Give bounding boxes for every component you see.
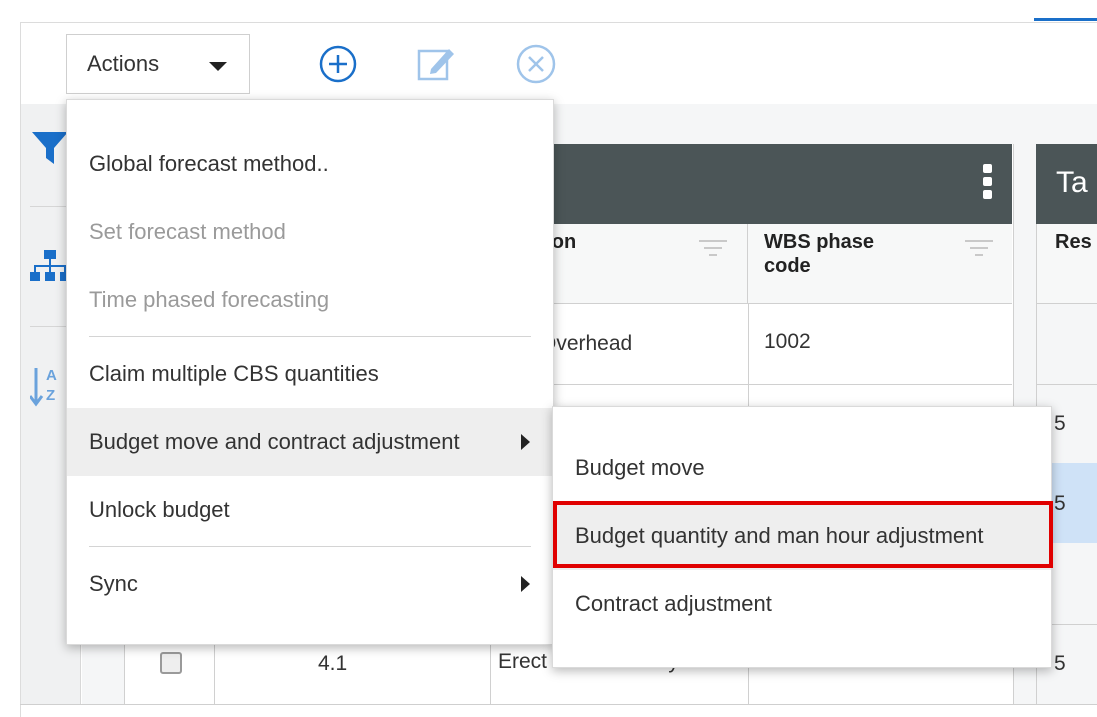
menu-item-sync[interactable]: Sync bbox=[67, 550, 553, 618]
submenu-arrow-icon bbox=[521, 434, 530, 450]
cancel-circle-icon[interactable] bbox=[514, 42, 558, 86]
hierarchy-icon[interactable] bbox=[30, 246, 70, 286]
row-checkbox[interactable] bbox=[160, 652, 182, 674]
menu-divider bbox=[89, 546, 531, 547]
submenu-item-budget-move[interactable]: Budget move bbox=[553, 434, 1051, 502]
caret-down-icon bbox=[209, 62, 227, 71]
kebab-menu-icon[interactable] bbox=[981, 164, 993, 204]
actions-label: Actions bbox=[87, 51, 160, 76]
table-cell-id: 4.1 bbox=[318, 652, 348, 675]
sort-az-icon[interactable]: AZ bbox=[28, 364, 70, 407]
column-filter-icon[interactable] bbox=[698, 240, 728, 260]
menu-item-time-phased-forecasting[interactable]: Time phased forecasting bbox=[67, 266, 553, 334]
menu-item-label: Budget move and contract adjustment bbox=[89, 429, 460, 454]
menu-item-unlock-budget[interactable]: Unlock budget bbox=[67, 476, 553, 544]
menu-item-global-forecast-method[interactable]: Global forecast method.. bbox=[67, 130, 553, 198]
table-cell-wbs: 1002 bbox=[764, 330, 811, 353]
submenu-item-contract-adjustment[interactable]: Contract adjustment bbox=[553, 570, 1051, 638]
actions-dropdown[interactable]: Actions bbox=[66, 34, 250, 94]
submenu-item-budget-quantity-man-hour-adjustment[interactable]: Budget quantity and man hour adjustment bbox=[553, 502, 1051, 570]
edit-icon[interactable] bbox=[414, 42, 458, 86]
menu-item-budget-move-and-contract-adjustment[interactable]: Budget move and contract adjustment bbox=[67, 408, 553, 476]
table-cell-res: 5 bbox=[1054, 652, 1066, 675]
app-frame: Actions AZ Ta ription WBS phase code Res bbox=[0, 0, 1097, 717]
sort-letter-a: A bbox=[46, 367, 57, 384]
menu-divider bbox=[89, 336, 531, 337]
table-cell-res: 5 bbox=[1054, 492, 1066, 515]
frame-border bbox=[20, 704, 1097, 705]
table-cell-res: 5 bbox=[1054, 412, 1066, 435]
row-divider bbox=[1036, 384, 1097, 385]
menu-item-label: Sync bbox=[89, 571, 138, 596]
column-group-header-2: Ta bbox=[1036, 144, 1097, 224]
menu-item-claim-multiple-cbs-quantities[interactable]: Claim multiple CBS quantities bbox=[67, 340, 553, 408]
budget-submenu: Budget move Budget quantity and man hour… bbox=[552, 406, 1052, 668]
filter-icon[interactable] bbox=[30, 128, 70, 168]
sort-letter-z: Z bbox=[46, 387, 55, 404]
add-circle-icon[interactable] bbox=[316, 42, 360, 86]
column-header-wbs-phase-code[interactable]: WBS phase code bbox=[748, 224, 1012, 304]
menu-item-set-forecast-method[interactable]: Set forecast method bbox=[67, 198, 553, 266]
submenu-arrow-icon bbox=[521, 576, 530, 592]
frame-border bbox=[20, 22, 1097, 23]
column-header-res[interactable]: Res bbox=[1036, 224, 1097, 304]
actions-menu: Global forecast method.. Set forecast me… bbox=[66, 99, 554, 645]
column-header-label: WBS phase code bbox=[764, 231, 875, 277]
column-filter-icon[interactable] bbox=[964, 240, 994, 260]
top-accent-bar bbox=[1034, 18, 1097, 21]
